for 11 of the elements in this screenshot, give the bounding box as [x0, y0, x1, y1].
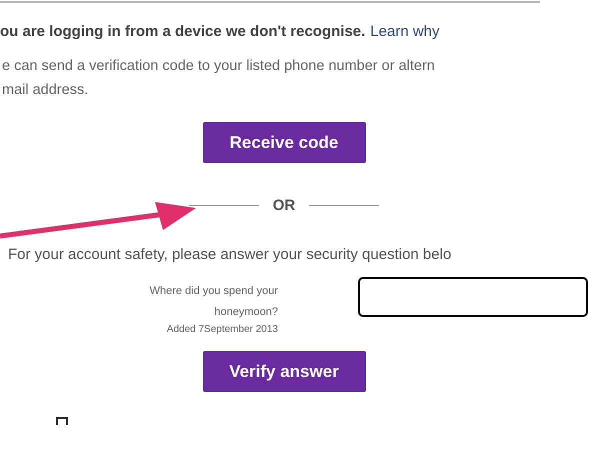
or-divider-label: OR [272, 197, 296, 214]
instruction-text: For your account safety, please answer your security question belo [8, 246, 452, 263]
answer-field[interactable] [358, 277, 588, 317]
added-date: Added 7September 2013 [166, 323, 278, 337]
description-text: e can send a verification code to your listed phone number or altern mail address. [2, 57, 436, 100]
learn-why-link[interactable]: Learn why [370, 23, 440, 40]
warning-heading: ou are logging in from a device we don't recognise. [0, 23, 366, 40]
verify-answer-button[interactable]: Verify answer [202, 351, 366, 392]
bracket-icon [56, 416, 68, 426]
receive-code-button[interactable]: Receive code [202, 122, 366, 163]
security-question: Where did you spend your honeymoon? [148, 284, 278, 320]
